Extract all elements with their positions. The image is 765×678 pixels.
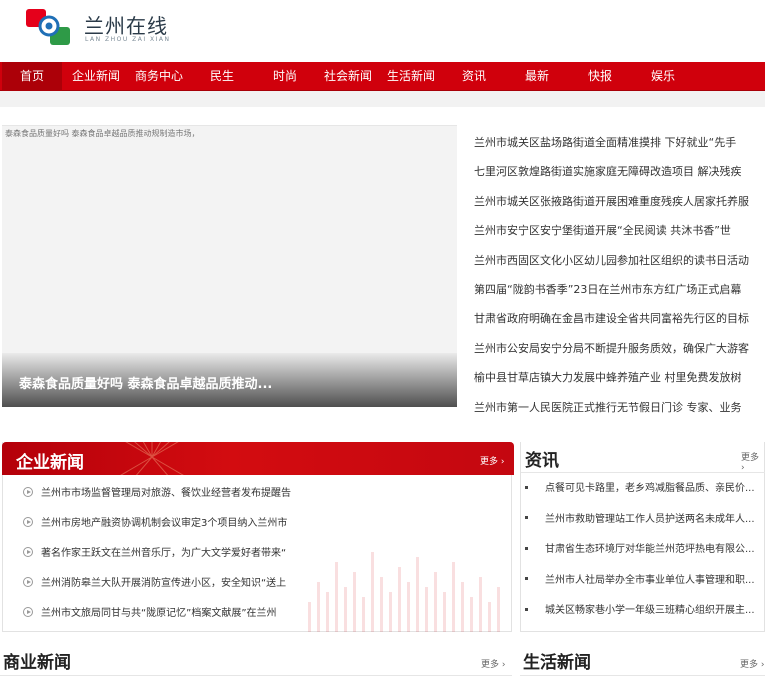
list-item-text[interactable]: 城关区畅家巷小学一年级三班精心组织开展主... (545, 605, 755, 616)
play-circle-icon (23, 517, 33, 527)
list-item[interactable]: 甘肃省生态环境厅对华能兰州范坪热电有限公... (525, 535, 765, 566)
list-item[interactable]: 兰州消防皋兰大队开展消防宣传进小区，安全知识“送上 (23, 569, 313, 599)
headline-link[interactable]: 第四届“陇韵书香季”23日在兰州市东方红广场正式启幕 (474, 275, 759, 304)
list-item[interactable]: 兰州市市场监督管理局对旅游、餐饮业经营者发布提醒告 (23, 479, 313, 509)
divider (0, 675, 512, 676)
headline-link[interactable]: 兰州市城关区盐场路街道全面精准摸排 下好就业“先手 (474, 128, 759, 157)
site-subtitle: LAN ZHOU ZAI XIAN (85, 36, 171, 43)
list-item[interactable]: 兰州市救助管理站工作人员护送两名未成年人... (525, 505, 765, 536)
site-title[interactable]: 兰州在线 (84, 10, 168, 39)
list-item[interactable]: 点餐可见卡路里，老乡鸡减脂餐品质、亲民价... (525, 474, 765, 505)
nav-item-social-news[interactable]: 社会新闻 (318, 62, 378, 91)
list-item[interactable]: 城关区畅家巷小学一年级三班精心组织开展主... (525, 596, 765, 627)
hero-broken-image-alt: 泰森食品质量好吗 泰森食品卓越品质推动规制造市场， (5, 129, 200, 138)
list-item-text[interactable]: 著名作家王跃文在兰州音乐厅，为广大文学爱好者带来“ (41, 548, 286, 559)
business-news-title[interactable]: 商业新闻 (3, 648, 71, 673)
nav-item-life-news[interactable]: 生活新闻 (381, 62, 441, 91)
headline-link[interactable]: 兰州市城关区张掖路街道开展困难重度残疾人居家托养服 (474, 187, 759, 216)
list-item[interactable]: 兰州市人社局举办全市事业单位人事管理和职... (525, 566, 765, 597)
divider (521, 472, 765, 473)
list-item[interactable]: 兰州市房地产融资协调机制会议审定3个项目纳入兰州市 (23, 509, 313, 539)
list-item[interactable]: 著名作家王跃文在兰州音乐厅，为广大文学爱好者带来“ (23, 539, 313, 569)
nav-item-express[interactable]: 快报 (570, 62, 630, 91)
enterprise-news-title[interactable]: 企业新闻 (16, 448, 84, 473)
headline-list: 兰州市城关区盐场路街道全面精准摸排 下好就业“先手 七里河区敦煌路街道实施家庭无… (474, 128, 759, 422)
hero-slide[interactable]: 泰森食品质量好吗 泰森食品卓越品质推动规制造市场， 泰森食品质量好吗 泰森食品卓… (2, 125, 457, 407)
headline-link[interactable]: 甘肃省政府明确在金昌市建设全省共同富裕先行区的目标 (474, 304, 759, 333)
list-item-text[interactable]: 兰州市市场监督管理局对旅游、餐饮业经营者发布提醒告 (41, 488, 291, 499)
bullet-icon (525, 546, 528, 550)
enterprise-news-panel: 企业新闻 更多 › 兰州市市场监督管理局对旅游、餐饮业经营者发布提醒告 兰州市房… (2, 442, 514, 632)
header-rays-decoration (120, 442, 184, 475)
life-news-more-link[interactable]: 更多 › (740, 657, 764, 670)
bullet-icon (525, 516, 528, 519)
headline-link[interactable]: 兰州市安宁区安宁堡街道开展“全民阅读 共沐书香”世 (474, 216, 759, 245)
divider (520, 675, 765, 676)
info-list: 点餐可见卡路里，老乡鸡减脂餐品质、亲民价... 兰州市救助管理站工作人员护送两名… (525, 474, 765, 627)
list-item-text[interactable]: 兰州市房地产融资协调机制会议审定3个项目纳入兰州市 (41, 518, 287, 529)
life-news-title[interactable]: 生活新闻 (523, 648, 591, 673)
nav-item-info[interactable]: 资讯 (444, 62, 504, 91)
list-item-text[interactable]: 兰州市文旅局同甘与共“陇原记忆”档案文献展”在兰州 (41, 608, 277, 619)
info-panel: 资讯 更多 › 点餐可见卡路里，老乡鸡减脂餐品质、亲民价... 兰州市救助管理站… (520, 442, 765, 632)
info-title[interactable]: 资讯 (525, 446, 559, 471)
list-item-text[interactable]: 点餐可见卡路里，老乡鸡减脂餐品质、亲民价... (545, 483, 755, 494)
play-circle-icon (23, 547, 33, 557)
nav-item-fashion[interactable]: 时尚 (255, 62, 315, 91)
list-item-text[interactable]: 兰州消防皋兰大队开展消防宣传进小区，安全知识“送上 (41, 578, 286, 589)
nav-item-enterprise-news[interactable]: 企业新闻 (66, 62, 126, 91)
hero-caption-bar: 泰森食品质量好吗 泰森食品卓越品质推动... (2, 353, 457, 407)
bullet-icon (525, 607, 528, 611)
business-news-more-link[interactable]: 更多 › (481, 657, 505, 670)
list-item-text[interactable]: 兰州市人社局举办全市事业单位人事管理和职... (545, 575, 755, 586)
headline-link[interactable]: 榆中县甘草店镇大力发展中蜂养殖产业 村里免费发放树 (474, 363, 759, 392)
nav-spacer-band (0, 91, 765, 107)
enterprise-news-list: 兰州市市场监督管理局对旅游、餐饮业经营者发布提醒告 兰州市房地产融资协调机制会议… (23, 479, 313, 629)
nav-item-home[interactable]: 首页 (2, 62, 62, 91)
site-header: 兰州在线 LAN ZHOU ZAI XIAN (0, 0, 765, 62)
info-more-link[interactable]: 更多 › (741, 450, 764, 473)
nav-item-latest[interactable]: 最新 (507, 62, 567, 91)
bullet-icon (525, 485, 528, 489)
nav-item-entertainment[interactable]: 娱乐 (633, 62, 693, 91)
play-circle-icon (23, 577, 33, 587)
play-circle-icon (23, 607, 33, 617)
play-circle-icon (23, 487, 33, 497)
list-item-text[interactable]: 兰州市救助管理站工作人员护送两名未成年人... (545, 514, 755, 525)
headline-link[interactable]: 兰州市西固区文化小区幼儿园参加社区组织的读书日活动 (474, 246, 759, 275)
list-item-text[interactable]: 甘肃省生态环境厅对华能兰州范坪热电有限公... (545, 544, 755, 555)
background-bars-decoration (308, 552, 500, 632)
enterprise-news-more-link[interactable]: 更多 › (480, 454, 504, 467)
main-nav: 首页 企业新闻 商务中心 民生 时尚 社会新闻 生活新闻 资讯 最新 快报 娱乐 (0, 62, 765, 91)
headline-link[interactable]: 兰州市第一人民医院正式推行无节假日门诊 专家、业务 (474, 393, 759, 422)
headline-link[interactable]: 兰州市公安局安宁分局不断提升服务质效，确保广大游客 (474, 334, 759, 363)
nav-item-business-center[interactable]: 商务中心 (129, 62, 189, 91)
headline-link[interactable]: 七里河区敦煌路街道实施家庭无障碍改造项目 解决残疾 (474, 157, 759, 186)
hero-caption[interactable]: 泰森食品质量好吗 泰森食品卓越品质推动... (19, 373, 272, 392)
nav-item-livelihood[interactable]: 民生 (192, 62, 252, 91)
bullet-icon (525, 577, 528, 580)
site-logo-icon[interactable] (24, 5, 74, 47)
list-item[interactable]: 兰州市文旅局同甘与共“陇原记忆”档案文献展”在兰州 (23, 599, 313, 629)
enterprise-news-header: 企业新闻 更多 › (2, 442, 514, 475)
